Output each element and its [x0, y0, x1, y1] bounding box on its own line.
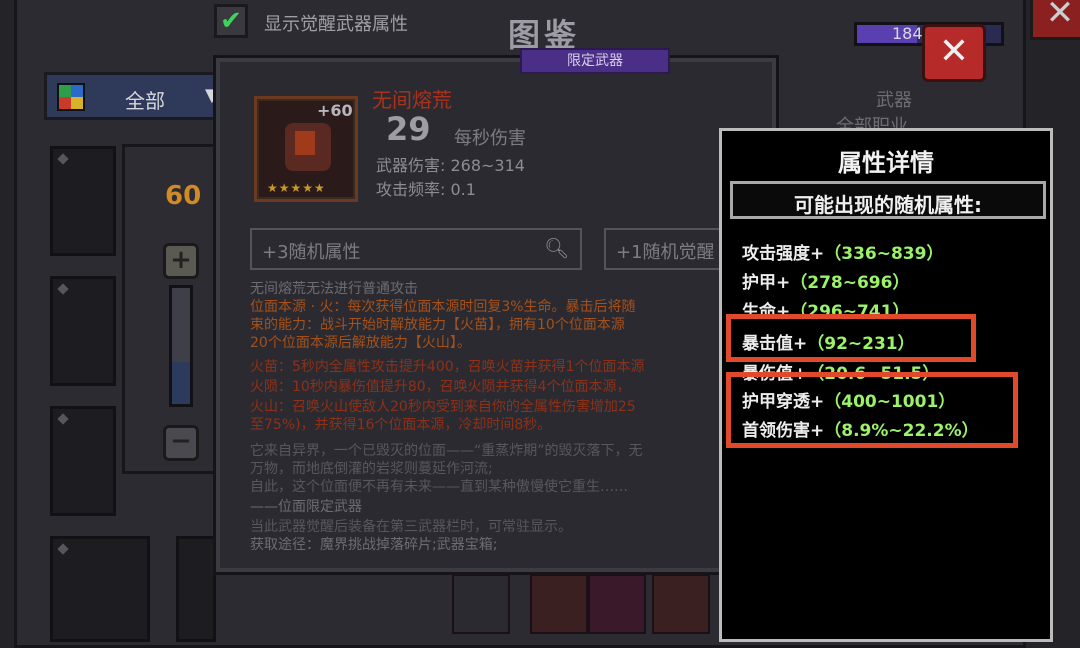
- close-button[interactable]: ✕: [922, 24, 986, 82]
- limited-weapon-badge: 限定武器: [520, 48, 670, 74]
- description-line: 火陨：10秒内暴伤值提升80，召唤火陨并获得4个位面本源，: [250, 379, 631, 395]
- description-line: 它来自异界，一个已毁灭的位面——“重蒸炸期”的毁灭落下，无: [250, 443, 643, 459]
- weapon-icon-core: [295, 131, 315, 155]
- gem-icon: [57, 413, 69, 425]
- weapon-type-label: 武器: [876, 90, 912, 111]
- random-attributes-button[interactable]: +3随机属性 🔍︎: [250, 228, 582, 270]
- attribute-range: （336~839）: [824, 244, 944, 264]
- description-line: 至75%)，并获得16个位面本源，冷却时间8秒。: [250, 417, 552, 433]
- dps-value: 29: [386, 110, 431, 148]
- weapon-slot[interactable]: [50, 536, 150, 642]
- attribute-range: （278~696）: [790, 273, 910, 293]
- weapon-slot[interactable]: [50, 146, 116, 256]
- weapon-slot[interactable]: [50, 406, 116, 516]
- attack-frequency-stat: 攻击频率: 0.1: [376, 180, 476, 199]
- show-awaken-attrs-label: 显示觉醒武器属性: [264, 14, 408, 35]
- level-slider-track[interactable]: [169, 285, 193, 407]
- weapon-slot[interactable]: [588, 574, 646, 634]
- outer-close-button[interactable]: ✕: [1030, 0, 1080, 40]
- gem-icon: [57, 153, 69, 165]
- show-awaken-attrs-checkbox[interactable]: ✔: [214, 4, 248, 38]
- random-awaken-label: +1随机觉醒: [616, 242, 715, 263]
- weapon-slot[interactable]: [652, 574, 710, 634]
- level-value: 60: [165, 181, 202, 211]
- dps-label: 每秒伤害: [454, 128, 526, 149]
- level-slider-fill: [172, 362, 190, 404]
- attribute-item: 攻击强度+（336~839）: [742, 239, 943, 264]
- popup-title: 属性详情: [838, 149, 934, 177]
- filter-label: 全部: [125, 89, 165, 113]
- weapon-upgrade-level: +60: [317, 101, 353, 120]
- description-line: ——位面限定武器: [250, 499, 362, 515]
- random-attributes-label: +3随机属性: [262, 242, 361, 263]
- currency-value: 184: [892, 24, 923, 43]
- attribute-name: 护甲+: [742, 273, 791, 293]
- category-filter-dropdown[interactable]: 全部 ▼: [44, 72, 220, 120]
- description-line: 当此武器觉醒后装备在第三武器栏时，可常驻显示。: [250, 519, 572, 535]
- description-line: 自此，这个位面便不再有未来——直到某种傲慢使它重生……: [250, 479, 628, 495]
- popup-subtitle: 可能出现的随机属性:: [794, 193, 982, 217]
- magnifier-icon: 🔍︎: [544, 236, 570, 260]
- description-line: 无间熔荒无法进行普通攻击: [250, 281, 418, 297]
- description-line: 万物，而地底倒灌的岩浆则蔓延作河流;: [250, 461, 493, 477]
- attribute-name: 攻击强度+: [742, 244, 825, 264]
- weapon-slot[interactable]: [176, 536, 216, 642]
- popup-subtitle-box: 可能出现的随机属性:: [730, 181, 1046, 219]
- gem-icon: [57, 543, 69, 555]
- weapon-damage-stat: 武器伤害: 268~314: [376, 156, 525, 175]
- highlight-box-pen-boss: [726, 372, 1018, 448]
- description-line: 位面本源 · 火：每次获得位面本源时回复3%生命。暴击后将随: [250, 299, 636, 315]
- weapon-slot[interactable]: [452, 574, 510, 634]
- grid-icon: [57, 83, 85, 111]
- weapon-icon-frame: +60 ★★★★★: [254, 96, 358, 202]
- weapon-name: 无间熔荒: [372, 88, 452, 112]
- level-plus-button[interactable]: +: [163, 243, 199, 279]
- description-line: 火苗：5秒内全属性攻击提升400，召唤火苗并获得1个位面本源: [250, 359, 645, 375]
- highlight-box-crit: [726, 314, 976, 362]
- attribute-item: 护甲+（278~696）: [742, 268, 909, 293]
- description-line: 束的能力：战斗开始时解放能力【火苗】，拥有10个位面本源: [250, 317, 625, 333]
- weapon-slot[interactable]: [50, 276, 116, 386]
- description-line: 火山：召唤火山使敌人20秒内受到来自你的全属性伤害增加25: [250, 399, 636, 415]
- description-line: 20个位面本源后解放能力【火山】。: [250, 335, 471, 351]
- description-line: 获取途径：魔界挑战掉落碎片;武器宝箱;: [250, 537, 498, 553]
- gem-icon: [57, 283, 69, 295]
- weapon-stars: ★★★★★: [267, 181, 326, 195]
- level-minus-button[interactable]: −: [163, 425, 199, 461]
- weapon-slot[interactable]: [530, 574, 588, 634]
